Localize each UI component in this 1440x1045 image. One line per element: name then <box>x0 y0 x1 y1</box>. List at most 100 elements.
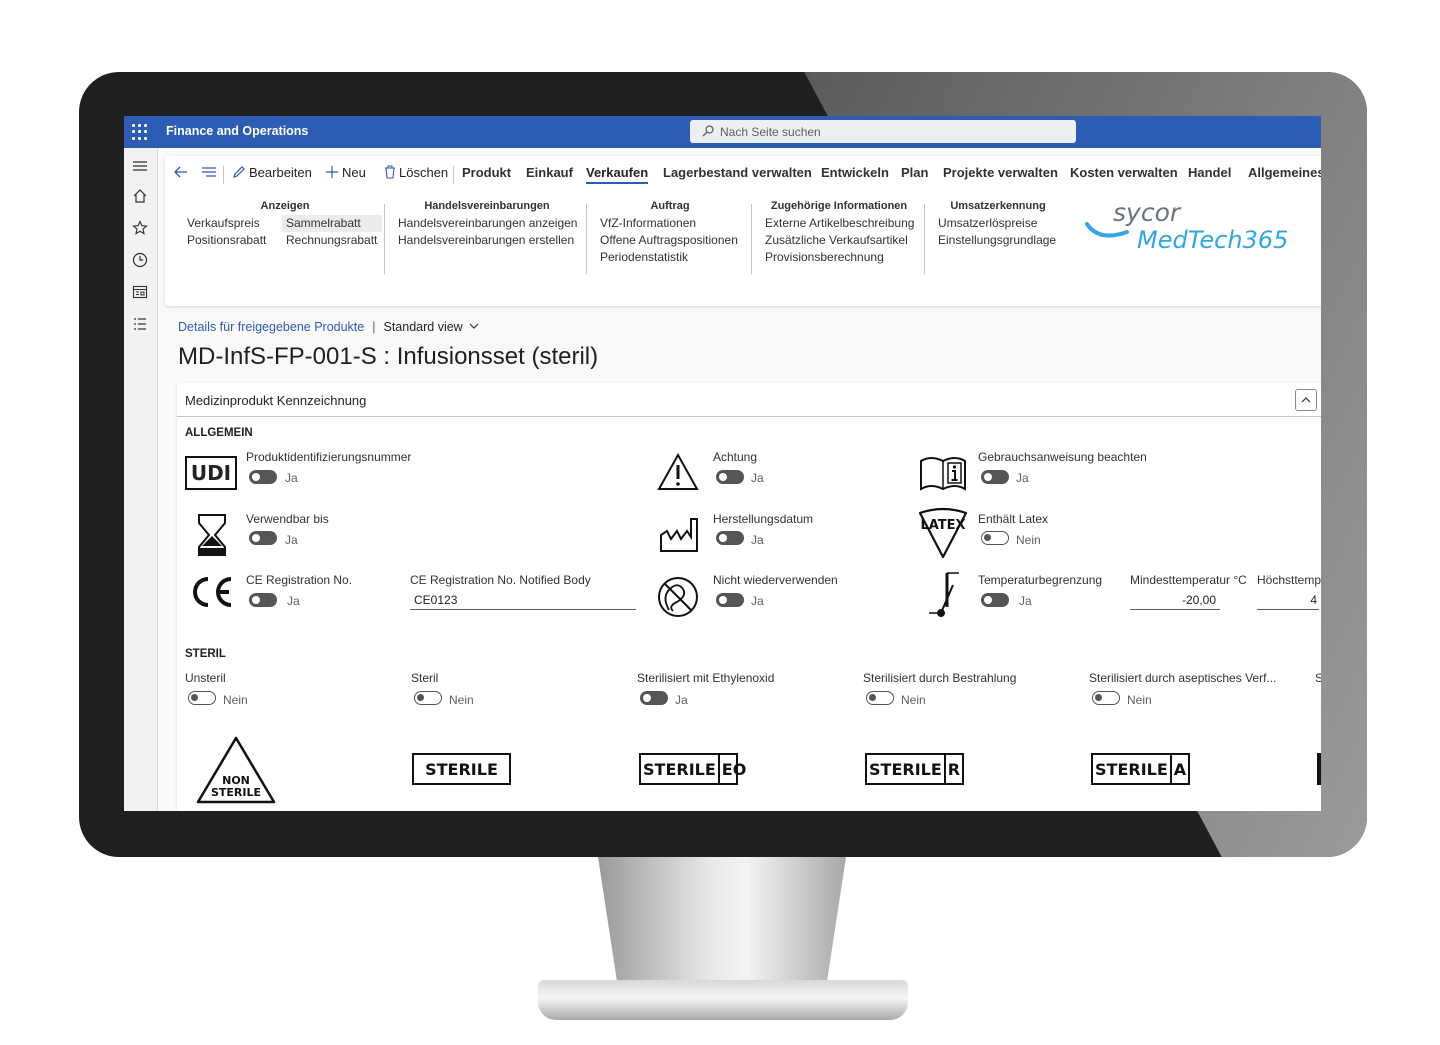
edit-pencil-icon <box>233 166 245 178</box>
left-nav <box>124 148 158 811</box>
home-icon[interactable] <box>132 188 148 204</box>
monitor-stand-base <box>538 980 908 1020</box>
udi-symbol: UDI <box>185 456 237 490</box>
menu-item-provisionsberechnung[interactable]: Provisionsberechnung <box>765 249 913 266</box>
achtung-toggle[interactable] <box>716 470 744 484</box>
search-icon <box>702 125 714 137</box>
sterile-r-symbol: STERILE R <box>865 753 964 785</box>
gebrauchsanweisung-value: Ja <box>1016 471 1029 485</box>
tab-verkaufen[interactable]: Verkaufen <box>586 165 649 184</box>
back-arrow-icon[interactable] <box>173 164 189 180</box>
group-title: Zugehörige Informationen <box>770 200 908 212</box>
menu-item-rechnungsrabatt[interactable]: Rechnungsrabatt <box>282 232 377 249</box>
view-selector[interactable]: Standard view <box>383 320 462 334</box>
menu-item-offene-auftragspositionen[interactable]: Offene Auftragspositionen <box>600 232 740 249</box>
menu-item-periodenstatistik[interactable]: Periodenstatistik <box>600 249 740 266</box>
lines-menu-icon[interactable] <box>201 164 217 180</box>
hourglass-expiry-icon <box>198 514 226 556</box>
temperaturbegrenzung-toggle[interactable] <box>981 593 1009 607</box>
delete-button[interactable]: Löschen <box>399 165 448 180</box>
steril-label: Steril <box>411 671 439 685</box>
menu-item-handelsvereinbarungen-anzeigen[interactable]: Handelsvereinbarungen anzeigen <box>398 215 577 232</box>
menu-item-sammelrabatt[interactable]: Sammelrabatt <box>282 215 382 232</box>
achtung-label: Achtung <box>713 450 758 464</box>
group-title: Anzeigen <box>260 200 310 212</box>
tab-entwickeln[interactable]: Entwickeln <box>821 165 889 180</box>
menu-item-externe-artikelbeschreibung[interactable]: Externe Artikelbeschreibung <box>765 215 914 232</box>
verwendbar-label: Verwendbar bis <box>246 512 329 526</box>
menu-item-verkaufspreis[interactable]: Verkaufspreis <box>187 215 260 232</box>
recent-clock-icon[interactable] <box>132 252 148 268</box>
sterile-a-symbol: STERILE A <box>1091 753 1190 785</box>
logo-medtech-text: MedTech365 <box>1137 226 1289 254</box>
app-title: Finance and Operations <box>166 124 309 138</box>
hoechsttemperatur-input[interactable] <box>1257 590 1319 610</box>
new-button[interactable]: Neu <box>342 165 366 180</box>
ce-registration-toggle[interactable] <box>249 593 277 607</box>
verwendbar-toggle[interactable] <box>249 531 277 545</box>
latex-label: Enthält Latex <box>978 512 1049 526</box>
menu-item-positionsrabatt[interactable]: Positionsrabatt <box>187 232 266 249</box>
tab-handel[interactable]: Handel <box>1188 165 1231 180</box>
unsteril-value: Nein <box>223 693 248 707</box>
udi-toggle[interactable] <box>249 470 277 484</box>
favorites-star-icon[interactable] <box>132 220 148 236</box>
menu-item-umsatzerloespreise[interactable]: Umsatzerlöspreise <box>938 215 1058 232</box>
card-header[interactable]: Medizinprodukt Kennzeichnung <box>177 383 1321 417</box>
menu-item-zusaetzliche-verkaufsartikel[interactable]: Zusätzliche Verkaufsartikel <box>765 232 913 249</box>
gebrauchsanweisung-toggle[interactable] <box>981 470 1009 484</box>
instructions-book-icon <box>920 457 966 491</box>
workspaces-icon[interactable] <box>132 284 148 300</box>
tab-einkauf[interactable]: Einkauf <box>526 165 573 180</box>
toolbar-divider <box>223 166 224 184</box>
ethylenoxid-toggle[interactable] <box>640 691 668 705</box>
sterile-a-text: STERILE <box>1095 759 1168 779</box>
sterile-eo-symbol: STERILE EO <box>639 753 746 785</box>
chevron-down-icon[interactable] <box>469 321 479 331</box>
udi-value: Ja <box>285 471 298 485</box>
toolbar-divider <box>453 166 454 184</box>
breadcrumb-link[interactable]: Details für freigegebene Produkte <box>178 320 364 334</box>
group-divider <box>924 204 925 274</box>
menu-item-einstellungsgrundlage[interactable]: Einstellungsgrundlage <box>938 232 1058 249</box>
temperature-limit-icon <box>929 572 959 617</box>
group-auftrag: Auftrag VfZ-Informationen Offene Auftrag… <box>600 200 740 266</box>
search-input[interactable] <box>720 123 1060 140</box>
app-launcher-icon[interactable] <box>132 124 148 140</box>
aseptisch-toggle[interactable] <box>1092 691 1120 705</box>
hamburger-menu-icon[interactable] <box>132 158 148 174</box>
search-box[interactable] <box>690 120 1076 143</box>
sterile-eo-text: STERILE <box>643 759 716 779</box>
tab-projekte-verwalten[interactable]: Projekte verwalten <box>943 165 1058 180</box>
modules-list-icon[interactable] <box>132 316 148 332</box>
tab-allgemeines[interactable]: Allgemeines <box>1248 165 1321 180</box>
card-title: Medizinprodukt Kennzeichnung <box>185 393 367 408</box>
gebrauchsanweisung-label: Gebrauchsanweisung beachten <box>978 450 1147 464</box>
sterile-symbol-cutoff <box>1317 753 1321 785</box>
tab-plan[interactable]: Plan <box>901 165 928 180</box>
ce-registration-value: Ja <box>287 594 300 608</box>
menu-item-handelsvereinbarungen-erstellen[interactable]: Handelsvereinbarungen erstellen <box>398 232 576 249</box>
group-anzeigen: Anzeigen Verkaufspreis Sammelrabatt Posi… <box>187 200 383 255</box>
ce-notified-body-input[interactable] <box>410 590 636 610</box>
tab-produkt[interactable]: Produkt <box>462 165 511 180</box>
steril-toggle[interactable] <box>414 691 442 705</box>
tab-kosten-verwalten[interactable]: Kosten verwalten <box>1070 165 1178 180</box>
group-handelsvereinbarungen: Handelsvereinbarungen Handelsvereinbarun… <box>398 200 577 249</box>
ce-registration-label: CE Registration No. <box>246 573 353 587</box>
tab-lagerbestand-verwalten[interactable]: Lagerbestand verwalten <box>663 165 812 180</box>
bestrahlung-label: Sterilisiert durch Bestrahlung <box>863 671 1017 685</box>
breadcrumb-separator: | <box>372 320 376 334</box>
bestrahlung-toggle[interactable] <box>866 691 894 705</box>
herstellungsdatum-toggle[interactable] <box>716 531 744 545</box>
latex-toggle[interactable] <box>981 531 1009 545</box>
temperaturbegrenzung-value: Ja <box>1019 594 1032 608</box>
latex-symbol-icon: LATEX <box>918 507 968 559</box>
group-divider <box>751 204 752 274</box>
nicht-wiederverwenden-toggle[interactable] <box>716 593 744 607</box>
collapse-button[interactable] <box>1295 389 1317 411</box>
unsteril-toggle[interactable] <box>188 691 216 705</box>
menu-item-vfz-informationen[interactable]: VfZ-Informationen <box>600 215 740 232</box>
mindesttemperatur-input[interactable] <box>1130 590 1220 610</box>
edit-button[interactable]: Bearbeiten <box>249 165 312 180</box>
